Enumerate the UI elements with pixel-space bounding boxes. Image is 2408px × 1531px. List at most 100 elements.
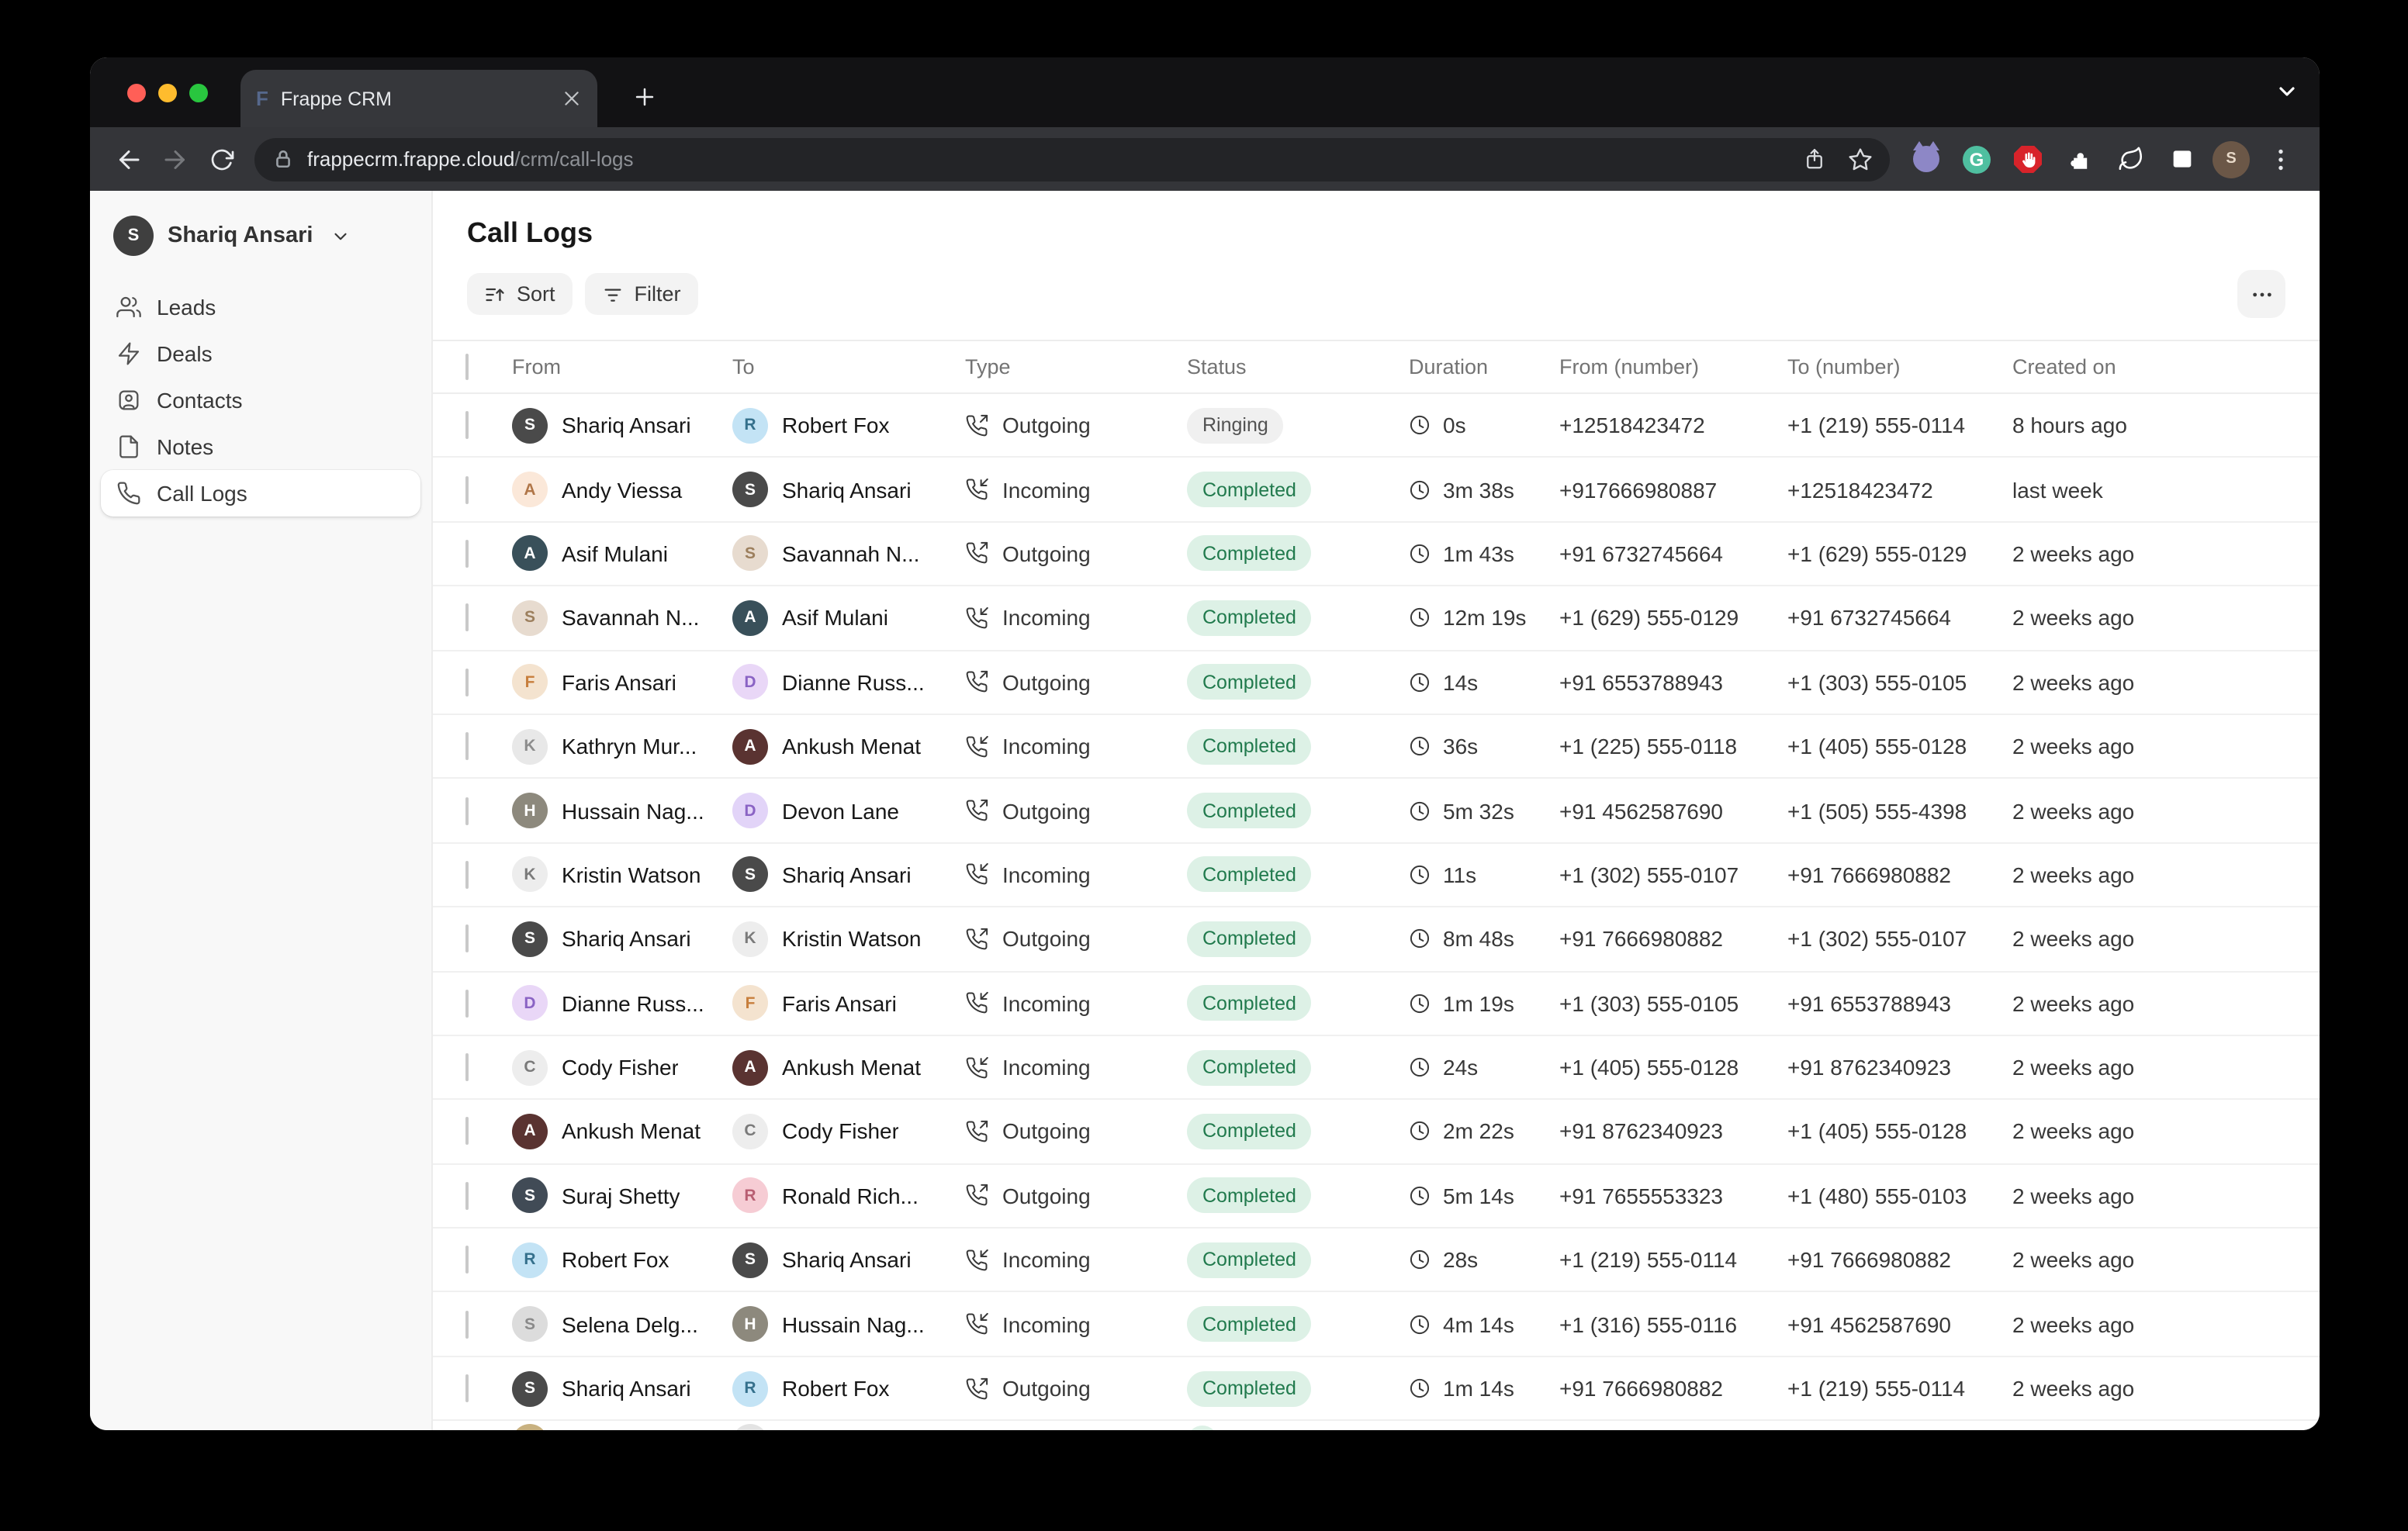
table-row[interactable]: R Robert Fox S Shariq Ansari IncomingCom… [433,1229,2320,1293]
row-checkbox[interactable] [465,1310,469,1338]
row-checkbox[interactable] [465,732,469,760]
contact-name: Shariq Ansari [562,413,691,437]
main-content: Call Logs Sort Filter FromToTypeStatus [433,191,2320,1430]
column-header[interactable]: Status [1187,355,1409,378]
avatar: A [732,1049,768,1085]
row-checkbox[interactable] [465,1182,469,1210]
grammarly-extension-icon[interactable]: G [1956,139,1997,179]
contact-name: Robert Fox [562,1248,669,1273]
table-row[interactable]: S Shariq Ansari K Kristin Watson Outgoin… [433,907,2320,972]
row-checkbox[interactable] [465,797,469,824]
zap-icon [116,341,141,366]
row-checkbox[interactable] [465,1118,469,1146]
url-text[interactable]: frappecrm.frappe.cloud/crm/call-logs [307,147,1794,171]
forward-button[interactable] [152,136,199,182]
contact-name: Asif Mulani [782,606,888,631]
share-icon[interactable] [1794,139,1834,179]
phone-icon [116,481,141,506]
window-zoom-button[interactable] [189,84,208,102]
call-duration: 8m 48s [1409,927,1559,952]
from-number: +1 (225) 555-0118 [1559,734,1787,759]
row-checkbox[interactable] [465,1374,469,1402]
table-row[interactable]: A Ankush Menat C Cody Fisher OutgoingCom… [433,1101,2320,1165]
table-row[interactable]: F Faris Ansari D Dianne Russ... Outgoing… [433,651,2320,715]
browser-menu-icon[interactable] [2261,139,2301,179]
table-row[interactable]: H Hussain Nag... D Devon Lane OutgoingCo… [433,779,2320,844]
window-minimize-button[interactable] [158,84,177,102]
row-checkbox[interactable] [465,1246,469,1274]
call-type: Incoming [965,734,1187,759]
user-menu[interactable]: S Shariq Ansari [101,213,420,259]
column-header[interactable]: To [732,355,965,378]
row-checkbox[interactable] [465,540,469,568]
sort-button[interactable]: Sort [467,273,573,315]
window-close-button[interactable] [127,84,146,102]
contact-name: Shariq Ansari [562,1376,691,1401]
adblock-extension-icon[interactable] [2008,139,2048,179]
tab-search-chevron-icon[interactable] [2275,79,2299,104]
filter-button[interactable]: Filter [585,273,698,315]
row-checkbox[interactable] [465,475,469,503]
status-badge: Completed [1187,472,1312,507]
row-checkbox[interactable] [465,1053,469,1081]
column-header[interactable]: From (number) [1559,355,1787,378]
table-row[interactable]: K Kristin Watson S Shariq Ansari Incomin… [433,843,2320,907]
to-number: +91 7666980882 [1787,1248,2012,1273]
sidebar-item-contacts[interactable]: Contacts [101,377,420,423]
new-tab-button[interactable] [621,73,667,119]
select-all-checkbox[interactable] [465,354,469,380]
row-checkbox[interactable] [465,411,469,439]
table-row[interactable]: S Selena Delg... H Hussain Nag... Incomi… [433,1293,2320,1357]
back-button[interactable] [106,136,152,182]
table-row[interactable]: A Andy Viessa S Shariq Ansari IncomingCo… [433,458,2320,523]
to-contact: R Robert Fox [732,1370,965,1406]
status-badge: Completed [1187,600,1312,636]
avatar: R [512,1242,548,1278]
sidebar-item-leads[interactable]: Leads [101,284,420,330]
tab-close-icon[interactable] [562,88,582,109]
from-number: +1 (629) 555-0129 [1559,606,1787,631]
clock-icon [1409,672,1431,693]
sidebar-item-deals[interactable]: Deals [101,330,420,377]
call-type: Incoming [965,862,1187,887]
created-on: 2 weeks ago [2012,606,2320,631]
incoming-call-icon [965,1312,988,1336]
table-row[interactable]: S Shariq Ansari R Robert Fox OutgoingCom… [433,1357,2320,1422]
row-checkbox[interactable] [465,989,469,1017]
avatar: A [732,728,768,764]
outgoing-call-icon [965,1120,988,1143]
row-checkbox[interactable] [465,861,469,889]
table-row[interactable]: K Kathryn Mur... A Ankush Menat Incoming… [433,715,2320,779]
sidebar-item-notes[interactable]: Notes [101,423,420,470]
browser-tab[interactable]: F Frappe CRM [240,70,597,127]
energy-saver-leaf-icon[interactable] [2110,139,2150,179]
column-header[interactable]: Created on [2012,355,2320,378]
sidebar-item-call-logs[interactable]: Call Logs [101,470,420,517]
github-extension-icon[interactable] [1905,139,1946,179]
more-options-button[interactable] [2237,270,2285,318]
reload-button[interactable] [199,136,245,182]
table-row[interactable]: C Cody Fisher A Ankush Menat IncomingCom… [433,1036,2320,1101]
table-row-partial [433,1422,2320,1431]
column-header[interactable]: Duration [1409,355,1559,378]
address-bar[interactable]: frappecrm.frappe.cloud/crm/call-logs [254,137,1890,181]
row-checkbox[interactable] [465,925,469,953]
browser-toolbar: frappecrm.frappe.cloud/crm/call-logs G S [90,127,2320,191]
sidebar-toggle-icon[interactable] [2161,139,2202,179]
column-header[interactable]: Type [965,355,1187,378]
table-row[interactable]: A Asif Mulani S Savannah N... OutgoingCo… [433,523,2320,587]
table-row[interactable]: S Shariq Ansari R Robert Fox OutgoingRin… [433,394,2320,458]
status-badge: Completed [1187,1114,1312,1149]
contact-name: Robert Fox [782,1376,890,1401]
extensions-puzzle-icon[interactable] [2059,139,2099,179]
browser-profile-avatar[interactable]: S [2213,140,2250,178]
column-header[interactable]: From [512,355,732,378]
table-row[interactable]: S Suraj Shetty R Ronald Rich... Outgoing… [433,1164,2320,1229]
table-row[interactable]: D Dianne Russ... F Faris Ansari Incoming… [433,972,2320,1036]
bookmark-star-icon[interactable] [1840,139,1880,179]
row-checkbox[interactable] [465,669,469,696]
clock-icon [1409,607,1431,629]
column-header[interactable]: To (number) [1787,355,2012,378]
table-row[interactable]: S Savannah N... A Asif Mulani IncomingCo… [433,586,2320,651]
row-checkbox[interactable] [465,604,469,632]
